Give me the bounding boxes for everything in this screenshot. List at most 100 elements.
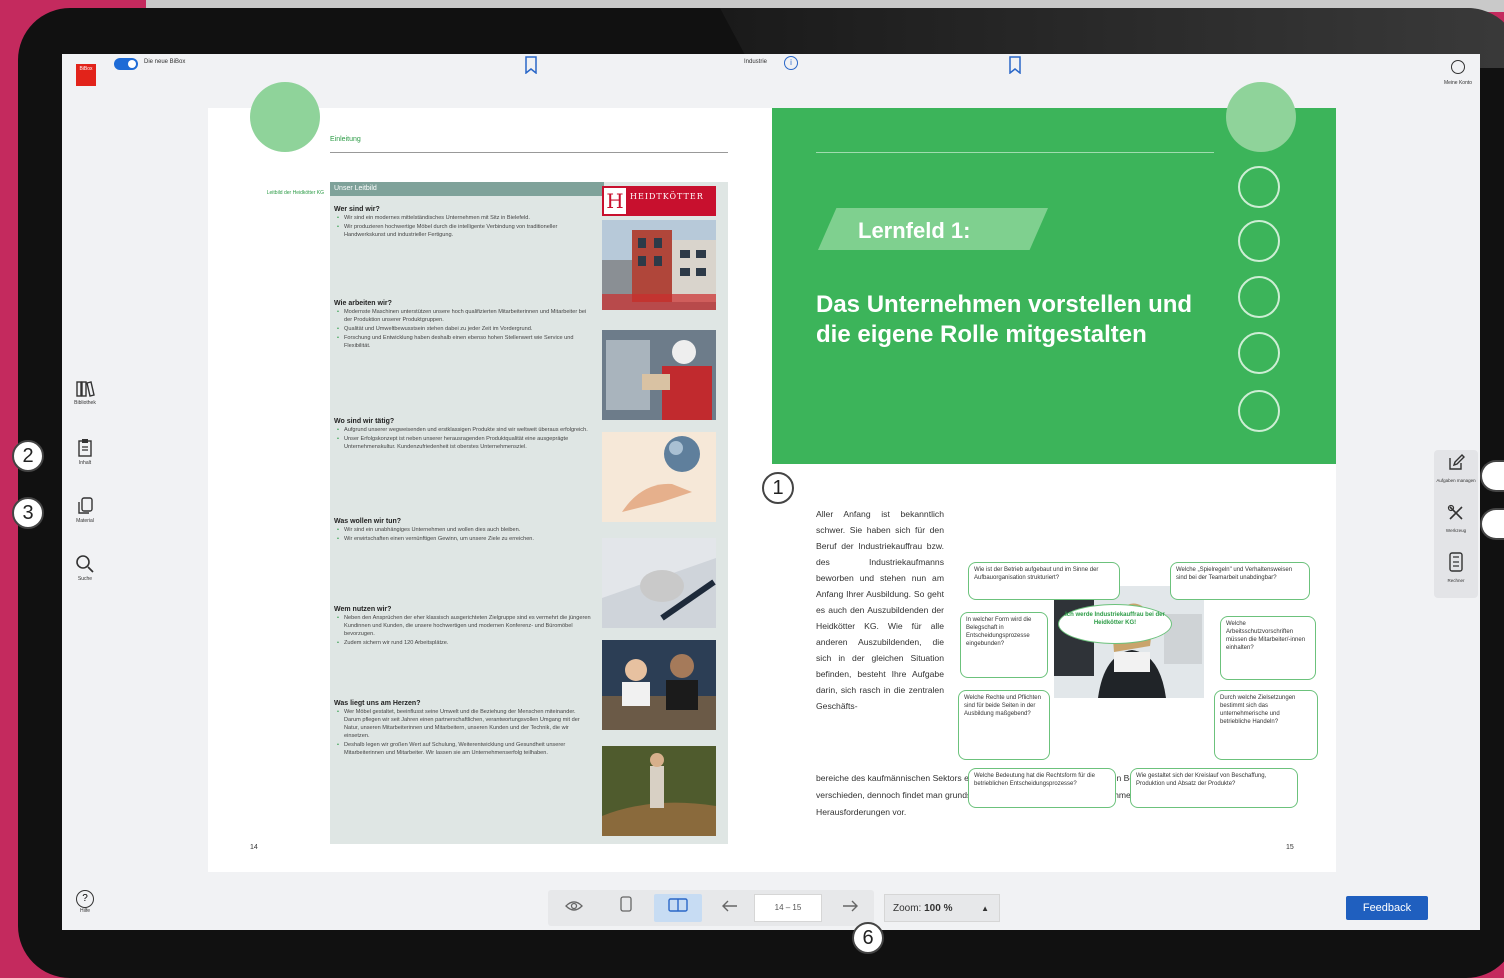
tools-label: Werkzeug (1445, 528, 1467, 533)
tools-button[interactable]: Werkzeug (1434, 504, 1478, 533)
library-icon (76, 381, 95, 397)
callout-marker-partial (1480, 460, 1504, 492)
help-button[interactable]: ? Hilfe (62, 890, 108, 914)
list-item: Wir sind ein modernes mittelständisches … (334, 214, 592, 222)
clipboard-icon (78, 439, 92, 457)
help-label: Hilfe (79, 908, 90, 914)
page-number-input[interactable]: 14 – 15 (754, 894, 822, 922)
lernfeld-hero: Lernfeld 1: Das Unternehmen vorstellen u… (772, 82, 1336, 464)
building-photo (602, 220, 716, 310)
bibox-logo[interactable]: BiBox (76, 64, 96, 86)
list-item: Wir produzieren hochwertige Möbel durch … (334, 223, 592, 239)
feedback-button[interactable]: Feedback (1346, 896, 1428, 920)
hero-rule (816, 152, 1214, 153)
section-question: Wer sind wir? (334, 206, 380, 213)
sidebar-item-suche[interactable]: Suche (62, 554, 108, 582)
section-question: Was liegt uns am Herzen? (334, 700, 421, 707)
logo-letter: H (604, 188, 626, 214)
leitbild-section: Wem nutzen wir? Neben den Ansprüchen der… (334, 606, 592, 647)
calculator-icon (1449, 552, 1463, 572)
question-bubble: Welche Rechte und Pflichten sind für bei… (958, 690, 1050, 760)
account-label: Meine Konto (1443, 80, 1473, 86)
zoom-select[interactable]: Zoom: 100 % ▲ (884, 894, 1000, 922)
help-icon: ? (76, 890, 94, 908)
tasks-button[interactable]: Aufgaben managen (1434, 454, 1478, 483)
zoom-value: 100 % (924, 903, 953, 914)
single-page-button[interactable] (606, 894, 646, 922)
question-bubble: Welche Arbeitsschutzvorschriften müssen … (1220, 616, 1316, 680)
leitbild-panel: Unser Leitbild Wer sind wir? Wir sind ei… (330, 182, 728, 844)
page-number-right: 15 (1286, 844, 1294, 851)
callout-marker: 6 (852, 922, 884, 954)
list-item: Deshalb legen wir großen Wert auf Schulu… (334, 741, 592, 757)
user-icon (1451, 60, 1465, 74)
list-item: Forschung und Entwicklung haben deshalb … (334, 334, 592, 350)
panel-title: Unser Leitbild (330, 182, 604, 196)
question-bubble: Wie ist der Betrieb aufgebaut und im Sin… (968, 562, 1120, 600)
copy-icon (78, 497, 93, 514)
bookmark-icon[interactable] (1008, 56, 1022, 74)
calculator-label: Rechner (1447, 578, 1465, 583)
bookmark-icon[interactable] (524, 56, 538, 74)
double-page-button[interactable] (654, 894, 702, 922)
question-bubble: Wie gestaltet sich der Kreislauf von Bes… (1130, 768, 1298, 808)
arrow-left-icon (722, 900, 737, 912)
toggle-label: Die neue BiBox (144, 59, 186, 65)
globe-hand-photo (602, 432, 716, 522)
chat-icon (1238, 166, 1280, 208)
book-page-right: Lernfeld 1: Das Unternehmen vorstellen u… (772, 82, 1336, 872)
page-decoration (1226, 82, 1296, 152)
leitbild-section: Wie arbeiten wir? Modernste Maschinen un… (334, 300, 592, 350)
chapter-title: Das Unternehmen vorstellen und die eigen… (816, 291, 1193, 348)
zoom-label: Zoom: (893, 903, 922, 914)
edit-icon (1449, 454, 1465, 470)
team-icon (1238, 220, 1280, 262)
intro-text: Aller Anfang ist bekanntlich schwer. Sie… (816, 509, 944, 711)
book-title: Industrie (744, 59, 768, 65)
money-pen-photo (602, 538, 716, 628)
sidebar-label: Suche (77, 576, 93, 582)
tasks-label: Aufgaben managen (1436, 478, 1476, 483)
question-bubble: Durch welche Zielsetzungen bestimmt sich… (1214, 690, 1318, 760)
list-item: Wer Möbel gestaltet, beeinflusst seine U… (334, 708, 592, 740)
preview-toggle-button[interactable] (554, 894, 594, 922)
callout-marker: 3 (12, 497, 44, 529)
next-page-button[interactable] (830, 894, 870, 922)
list-item: Modernste Maschinen unterstützen unsere … (334, 308, 592, 324)
section-question: Wem nutzen wir? (334, 606, 392, 613)
arrow-right-icon (843, 900, 858, 912)
double-page-icon (668, 898, 688, 912)
list-item: Zudem sichern wir rund 120 Arbeitsplätze… (334, 639, 592, 647)
section-question: Wo sind wir tätig? (334, 418, 395, 425)
question-bubble: Welche „Spielregeln" und Verhaltensweise… (1170, 562, 1310, 600)
new-bibox-toggle[interactable] (114, 58, 138, 70)
callout-marker: 1 (762, 472, 794, 504)
list-item: Unser Erfolgskonzept ist neben unserer h… (334, 435, 592, 451)
book-page-left: Einleitung Leitbild der Heidkötter KG Un… (208, 82, 772, 872)
single-page-icon (620, 896, 632, 912)
computer-icon (1238, 390, 1280, 432)
leitbild-section: Was wollen wir tun? Wir sind ein unabhän… (334, 518, 592, 543)
nature-hiking-photo (602, 746, 716, 836)
callout-marker: 2 (12, 440, 44, 472)
page-number-left: 14 (250, 844, 258, 851)
team-office-photo (602, 640, 716, 730)
calculator-button[interactable]: Rechner (1434, 552, 1478, 583)
callout-marker-partial (1480, 508, 1504, 540)
question-bubble: Welche Bedeutung hat die Rechtsform für … (968, 768, 1116, 808)
brand-name: HEIDTKÖTTER (630, 192, 704, 201)
sidebar-item-inhalt[interactable]: Inhalt (62, 438, 108, 466)
chevron-up-icon: ▲ (981, 904, 989, 913)
info-icon[interactable]: i (784, 56, 798, 70)
sidebar-item-bibliothek[interactable]: Bibliothek (62, 380, 108, 406)
list-item: Aufgrund unserer wegweisenden und erstkl… (334, 426, 592, 434)
network-icon (1238, 276, 1280, 318)
lernfeld-label: Lernfeld 1: (858, 218, 971, 243)
section-label: Einleitung (330, 136, 361, 143)
section-question: Wie arbeiten wir? (334, 300, 392, 307)
list-item: Qualität und Umweltbewusstsein stehen da… (334, 325, 592, 333)
account-button[interactable]: Meine Konto (1436, 60, 1480, 86)
sidebar-item-material[interactable]: Material (62, 496, 108, 524)
right-toolbar: Aufgaben managen Werkzeug Rechner (1434, 450, 1478, 598)
previous-page-button[interactable] (710, 894, 750, 922)
